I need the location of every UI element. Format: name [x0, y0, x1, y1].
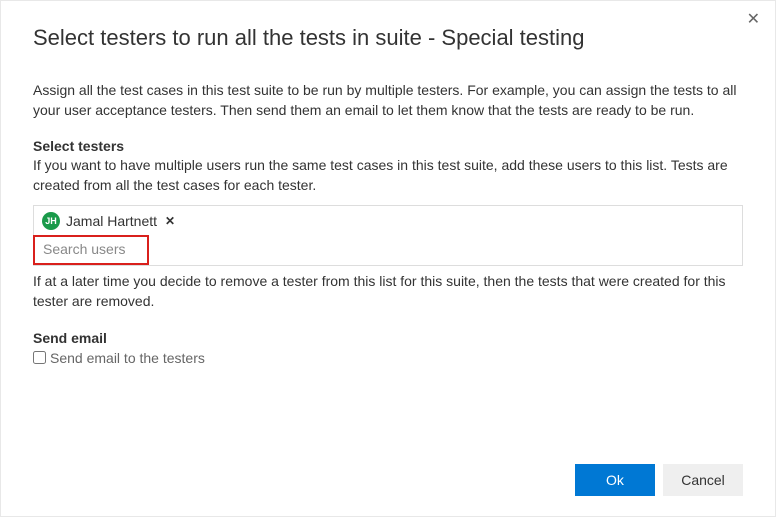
- dialog-footer: Ok Cancel: [33, 444, 743, 496]
- remove-tester-button[interactable]: ✕: [165, 214, 175, 228]
- ok-button[interactable]: Ok: [575, 464, 655, 496]
- removal-note: If at a later time you decide to remove …: [33, 272, 743, 311]
- remove-icon: ✕: [165, 214, 175, 228]
- send-email-checkbox[interactable]: [33, 351, 46, 364]
- cancel-button[interactable]: Cancel: [663, 464, 743, 496]
- dialog-description: Assign all the test cases in this test s…: [33, 81, 743, 120]
- send-email-label: Send email: [33, 330, 743, 346]
- tester-name: Jamal Hartnett: [66, 213, 157, 229]
- search-users-input[interactable]: [43, 241, 139, 257]
- select-testers-label: Select testers: [33, 138, 743, 154]
- select-testers-help: If you want to have multiple users run t…: [33, 156, 743, 195]
- send-email-checkbox-label[interactable]: Send email to the testers: [50, 350, 205, 366]
- select-testers-dialog: ✕ Select testers to run all the tests in…: [0, 0, 776, 517]
- close-button[interactable]: ✕: [747, 12, 760, 28]
- tester-picker: JH Jamal Hartnett ✕: [33, 205, 743, 266]
- tester-chip: JH Jamal Hartnett ✕: [34, 206, 742, 236]
- avatar: JH: [42, 212, 60, 230]
- dialog-title: Select testers to run all the tests in s…: [33, 25, 743, 51]
- close-icon: ✕: [747, 11, 760, 28]
- search-users-highlight: [33, 235, 149, 265]
- send-email-row: Send email to the testers: [33, 350, 743, 366]
